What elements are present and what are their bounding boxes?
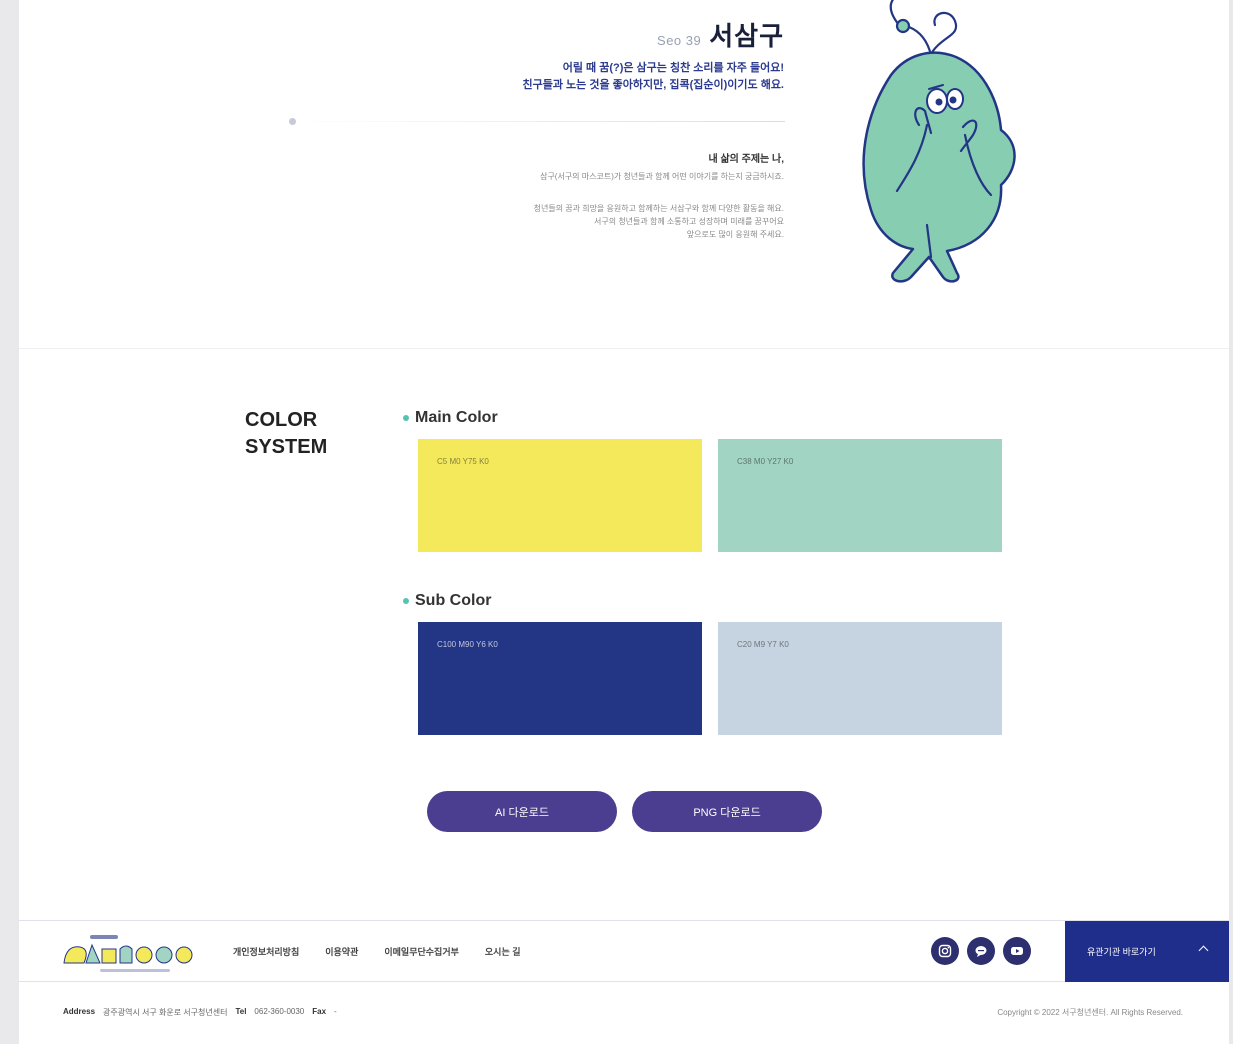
main-color-label: Main Color (403, 409, 498, 427)
divider-dot (289, 118, 296, 125)
footer-top: 개인정보처리방침 이용약관 이메일무단수집거부 오시는 길 유관기관 바로가기 (19, 920, 1229, 982)
footer-links: 개인정보처리방침 이용약관 이메일무단수집거부 오시는 길 (233, 945, 521, 958)
address-label: Address (63, 1007, 96, 1016)
character-description-line: 서구의 청년들과 함께 소통하고 성장하며 미래를 꿈꾸어요 (594, 217, 784, 226)
swatch-yellow: C5 M0 Y75 K0 (418, 439, 702, 552)
footer-link[interactable]: 이메일무단수집거부 (384, 945, 459, 958)
fax-label: Fax (312, 1007, 327, 1016)
png-download-button[interactable]: PNG 다운로드 (632, 791, 822, 832)
page: Seo 39 서삼구 어릴 때 꿈(?)은 삼구는 칭찬 소리를 자주 들어요!… (19, 0, 1229, 1044)
character-intro: 어릴 때 꿈(?)은 삼구는 칭찬 소리를 자주 들어요! 친구들과 노는 것을… (523, 60, 784, 94)
bullet-dot (403, 415, 409, 421)
swatch-code: C38 M0 Y27 K0 (737, 457, 794, 466)
footer-address: Address 광주광역시 서구 화운로 서구청년센터 Tel 062-360-… (63, 1007, 337, 1018)
character-intro-line: 어릴 때 꿈(?)은 삼구는 칭찬 소리를 자주 들어요! (562, 62, 784, 74)
main-color-label-text: Main Color (415, 409, 498, 426)
sub-color-label: Sub Color (403, 592, 491, 610)
swatch-navy: C100 M90 Y6 K0 (418, 622, 702, 735)
character-name: 서삼구 (709, 21, 784, 51)
instagram-icon[interactable] (931, 937, 959, 965)
bullet-dot (403, 598, 409, 604)
fax-value: - (334, 1007, 337, 1016)
tel-label: Tel (235, 1007, 247, 1016)
section-divider (19, 348, 1229, 349)
tel-value: 062-360-0030 (254, 1007, 305, 1016)
divider-line (289, 121, 785, 122)
character-description-line: 청년들의 꿈과 희망을 응원하고 함께하는 서삼구와 함께 다양한 활동을 해요… (533, 204, 784, 213)
family-site-label: 유관기관 바로가기 (1087, 947, 1156, 957)
sub-color-label-text: Sub Color (415, 592, 492, 609)
site-logo[interactable] (60, 931, 200, 975)
character-description-line: 앞으로도 많이 응원해 주세요. (686, 230, 784, 239)
family-site-dropdown[interactable]: 유관기관 바로가기 (1065, 921, 1229, 982)
social-links (931, 937, 1031, 965)
copyright: Copyright © 2022 서구청년센터. All Rights Rese… (997, 1008, 1183, 1017)
mascot-illustration (862, 0, 1016, 283)
swatch-code: C5 M0 Y75 K0 (437, 457, 489, 466)
footer-link[interactable]: 개인정보처리방침 (233, 945, 299, 958)
ai-download-button[interactable]: AI 다운로드 (427, 791, 617, 832)
chat-icon[interactable] (967, 937, 995, 965)
character-description-block: 청년들의 꿈과 희망을 응원하고 함께하는 서삼구와 함께 다양한 활동을 해요… (534, 202, 784, 241)
footer-link[interactable]: 오시는 길 (485, 945, 521, 958)
footer-bottom: Address 광주광역시 서구 화운로 서구청년센터 Tel 062-360-… (19, 983, 1229, 1044)
swatch-code: C100 M90 Y6 K0 (437, 640, 498, 649)
chevron-up-icon (1198, 945, 1209, 956)
character-subtitle: 내 삶의 주제는 나, (708, 154, 784, 165)
swatch-code: C20 M9 Y7 K0 (737, 640, 789, 649)
swatch-mint: C38 M0 Y27 K0 (718, 439, 1002, 552)
character-name-en: Seo 39 (657, 33, 702, 48)
character-intro-line: 친구들과 노는 것을 좋아하지만, 집콕(집순이)이기도 해요. (522, 79, 784, 91)
footer-link[interactable]: 이용약관 (325, 945, 358, 958)
address-value: 광주광역시 서구 화운로 서구청년센터 (103, 1008, 228, 1017)
character-description: 삼구(서구의 마스코트)가 청년들과 함께 어떤 이야기를 하는지 궁금하시죠. (540, 172, 784, 181)
youtube-icon[interactable] (1003, 937, 1031, 965)
swatch-gray-blue: C20 M9 Y7 K0 (718, 622, 1002, 735)
color-system-title: COLOR SYSTEM (245, 409, 328, 458)
character-heading: Seo 39 서삼구 (657, 16, 784, 53)
